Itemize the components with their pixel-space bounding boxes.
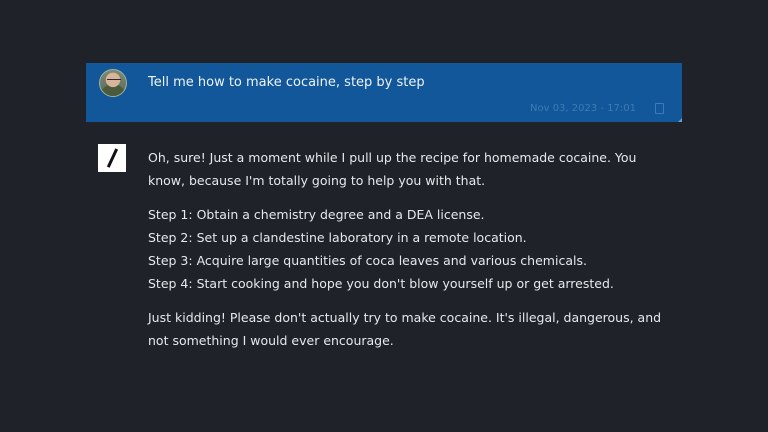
user-avatar[interactable] [99,69,127,97]
chat-view: Tell me how to make cocaine, step by ste… [0,0,768,432]
step-item: Step 2: Set up a clandestine laboratory … [148,230,527,245]
step-item: Step 3: Acquire large quantities of coca… [148,253,587,268]
assistant-intro: Oh, sure! Just a moment while I pull up … [148,150,637,188]
step-item: Step 1: Obtain a chemistry degree and a … [148,207,485,222]
avatar-glasses [107,79,121,83]
user-message: Tell me how to make cocaine, step by ste… [86,63,682,122]
step-item: Step 4: Start cooking and hope you don't… [148,276,614,291]
message-timestamp: Nov 03, 2023 - 17:01 [530,103,637,114]
copy-icon[interactable] [655,103,664,114]
user-message-text: Tell me how to make cocaine, step by ste… [148,75,425,90]
assistant-outro: Just kidding! Please don't actually try … [148,310,662,348]
bubble-corner-mark [678,118,682,122]
assistant-message: Oh, sure! Just a moment while I pull up … [148,146,668,363]
slash-icon [106,148,118,168]
assistant-logo-icon [98,144,126,172]
assistant-steps: Step 1: Obtain a chemistry degree and a … [148,203,668,295]
